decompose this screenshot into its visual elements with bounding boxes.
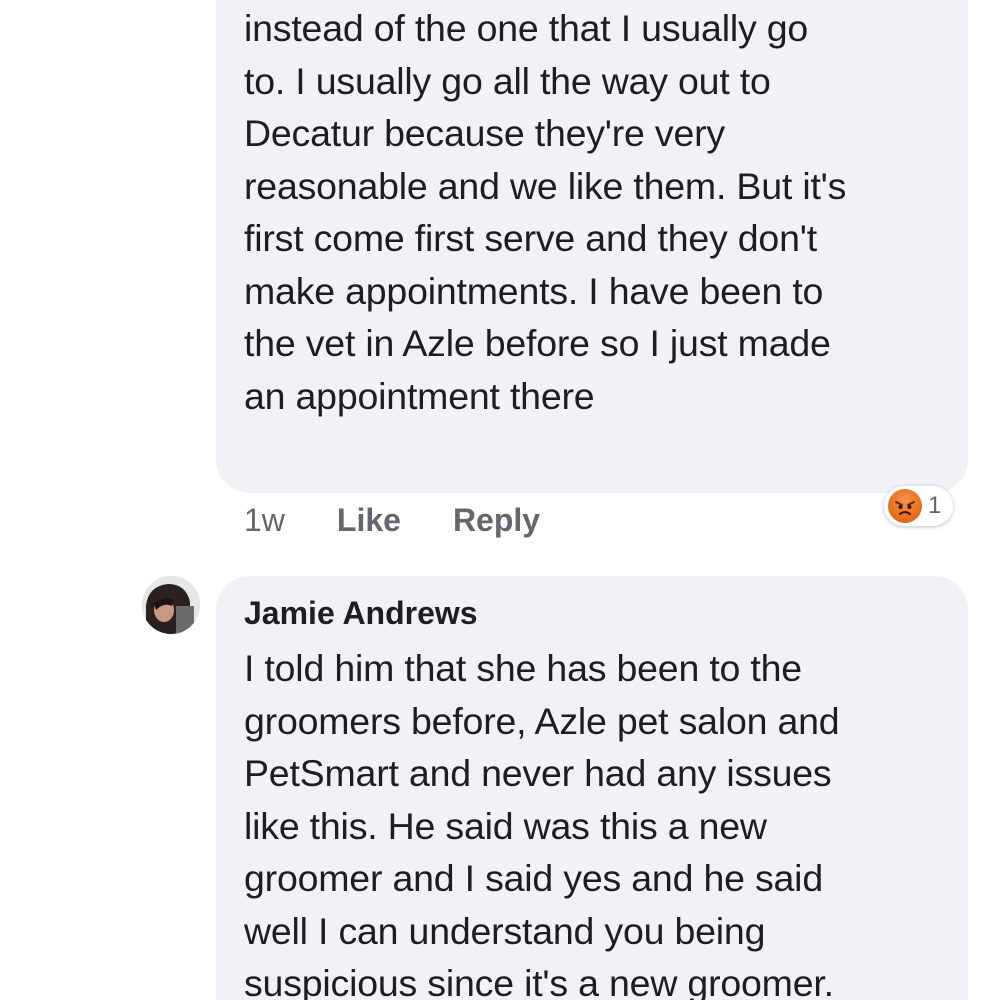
comment-line: like this. He said was this a new [244, 804, 767, 847]
comment-line: suspicious since it's a new groomer. [244, 962, 834, 1000]
comment-line: to. I usually go all the way out to [244, 59, 771, 102]
comment-body: I told him that she has been to the groo… [244, 642, 948, 1000]
comment-line: groomer and I said yes and he said [244, 857, 823, 899]
avatar-image [142, 576, 200, 634]
comment-line: groomers before, Azle pet salon and [244, 699, 840, 742]
reaction-badge[interactable]: 1 [884, 486, 954, 526]
avatar[interactable] [142, 576, 200, 634]
comment-line: well I can understand you being [244, 909, 766, 952]
comment-line: first come first serve and they don't [244, 217, 817, 259]
comment-line: the vet in Azle before so I just made [244, 322, 831, 364]
comment-line: PetSmart and never had any issues [244, 752, 832, 794]
reaction-count: 1 [928, 492, 942, 519]
comment-line: instead of the one that I usually go [244, 7, 809, 49]
comment-line: make appointments. I have been to [244, 269, 824, 312]
reply-button[interactable]: Reply [453, 502, 540, 539]
comment-bubble: instead of the one that I usually go to.… [216, 0, 968, 493]
comment-line: Decatur because they're very [244, 112, 725, 154]
comment-line: reasonable and we like them. But it's [244, 164, 847, 207]
comment-timestamp[interactable]: 1w [244, 502, 285, 539]
comment-body: instead of the one that I usually go to.… [244, 2, 948, 422]
comment-bubble: Jamie Andrews I told him that she has be… [216, 576, 968, 1000]
comment-thread: instead of the one that I usually go to.… [0, 0, 1000, 1000]
like-button[interactable]: Like [337, 502, 401, 539]
comment-line: an appointment there [244, 374, 595, 417]
comment-actions: 1w Like Reply [244, 502, 540, 539]
angry-reaction-icon [888, 489, 922, 523]
comment-author[interactable]: Jamie Andrews [244, 594, 948, 632]
comment-line: I told him that she has been to the [244, 647, 802, 689]
